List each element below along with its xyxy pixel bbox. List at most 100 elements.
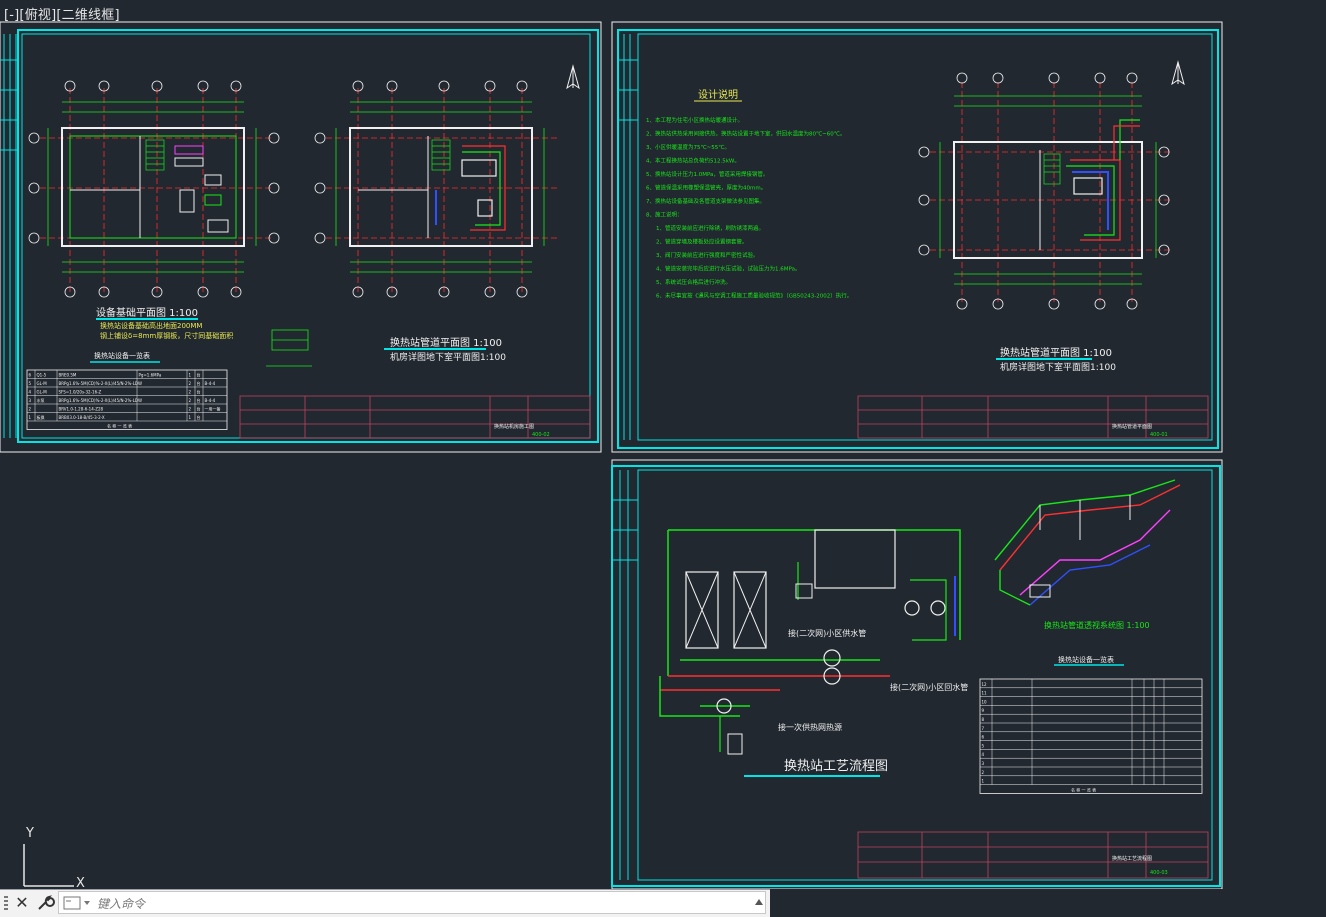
table-cell: 2 bbox=[982, 770, 985, 775]
command-prompt-icon[interactable] bbox=[63, 896, 91, 910]
table-cell: 6 bbox=[982, 735, 985, 740]
table-cell: BRPg1.6%-5M(CD)%-2-X(L)/45/N-2%-LDW bbox=[59, 381, 143, 386]
command-input[interactable] bbox=[95, 893, 739, 914]
design-notes-list: 1、本工程为住宅小区换热站暖通设计。 2、换热站供热采用间接供热，换热站设置于地下… bbox=[646, 116, 852, 300]
table-cell: 11 bbox=[982, 691, 988, 696]
table-cell: 板换 bbox=[37, 414, 45, 420]
sheet-bottom-right-binding-strip bbox=[612, 470, 638, 880]
left-sheet-number: 400-02 bbox=[532, 432, 550, 438]
table-cell: B-4-4 bbox=[205, 381, 216, 386]
table-cell: 台 bbox=[197, 389, 201, 395]
design-note-line: 8、施工说明： bbox=[646, 211, 683, 219]
design-note-line: 5、系统试压合格后进行冲洗。 bbox=[656, 278, 731, 286]
plan2-subtitle: 机房详图地下室平面图1:100 bbox=[390, 351, 506, 363]
table-cell: 台 bbox=[197, 397, 201, 403]
sheet-left-binding-strip bbox=[0, 34, 18, 438]
design-note-line: 4、管道安装完毕后应进行水压试验，试验压力为1.6MPa。 bbox=[656, 265, 800, 273]
plan1-note1: 换热站设备基础高出地面200MM bbox=[100, 321, 202, 330]
design-notes-title: 设计说明 bbox=[698, 88, 738, 101]
table-cell: GL-M bbox=[37, 390, 48, 395]
design-note-line: 3、阀门安装前应进行强度和严密性试验。 bbox=[656, 251, 759, 259]
table-cell: B-4-4 bbox=[205, 398, 216, 403]
table-footer: 名 称 一 览 表 bbox=[107, 423, 132, 429]
ucs-axis-icon bbox=[23, 844, 74, 887]
design-note-line: 2、换热站供热采用间接供热，换热站设置于地下室，供回水温度为80℃~60℃。 bbox=[646, 130, 845, 138]
label-secondary-supply: 接(二次网)小区供水管 bbox=[788, 628, 866, 638]
north-arrow-icon bbox=[566, 64, 580, 90]
north-arrow-icon bbox=[1171, 60, 1185, 86]
table-cell: 1 bbox=[982, 779, 985, 784]
table-cell: 台 bbox=[197, 414, 201, 420]
table-cell: 5 bbox=[29, 381, 32, 386]
sheet-left-outer-border bbox=[0, 21, 602, 453]
table-cell: BRE0.5M bbox=[59, 373, 77, 378]
table-cell: Pg=1.6MPa bbox=[139, 373, 162, 378]
design-note-line: 4、本工程换热站总负荷约512.5kW。 bbox=[646, 157, 740, 165]
table-cell: 2 bbox=[189, 398, 192, 403]
sheet-left-inner-frame bbox=[21, 33, 591, 439]
table-cell: Q1-5 bbox=[37, 373, 47, 378]
command-history-toggle[interactable] bbox=[755, 899, 763, 905]
ucs-y-label: Y bbox=[26, 826, 34, 841]
table-cell: 2 bbox=[29, 407, 32, 412]
table-cell: 1 bbox=[189, 415, 192, 420]
plan-pipe-layout-left bbox=[314, 80, 558, 298]
table-cell: 6 bbox=[29, 373, 32, 378]
table-cell: 2 bbox=[189, 407, 192, 412]
table-cell: 4 bbox=[982, 752, 985, 757]
plan-equipment-foundation bbox=[28, 80, 280, 298]
label-secondary-return: 接(二次网)小区回水管 bbox=[890, 682, 968, 692]
plan1-title: 设备基础平面图 1:100 bbox=[96, 306, 198, 319]
process-flow-diagram bbox=[659, 529, 961, 755]
sheet-top-right-binding-strip bbox=[618, 34, 638, 440]
command-line-bar: ✕ bbox=[0, 889, 770, 917]
right-plan-title: 换热站管道平面图 1:100 bbox=[1000, 346, 1112, 359]
plan2-title: 换热站管道平面图 1:100 bbox=[390, 336, 502, 349]
table-cell: 水泵 bbox=[37, 397, 45, 403]
wrench-icon[interactable] bbox=[35, 893, 55, 913]
table-cell: 台 bbox=[197, 380, 201, 386]
table-cell: 5 bbox=[982, 743, 985, 748]
design-note-line: 6、未尽事宜按《通风与空调工程施工质量验收规范》（GB50243-2002）执行… bbox=[656, 292, 852, 300]
table-cell: 3 bbox=[29, 398, 32, 403]
sheet-bottom-right: 接(二次网)小区供水管 接(二次网)小区回水管 接一次供热网热源 换热站工艺流程… bbox=[611, 459, 1223, 889]
design-note-line: 6、管道保温采用橡塑保温管壳，厚度为40mm。 bbox=[646, 184, 766, 192]
table-cell: 10 bbox=[982, 699, 988, 704]
table-cell: 3 bbox=[982, 761, 985, 766]
table-cell: BRV1.0-1.28-6-14-Z28 bbox=[59, 407, 104, 412]
cad-drawing-canvas[interactable]: 设备基础平面图 1:100 换热站设备基础高出地面200MM 钢上铺设δ=8mm… bbox=[0, 0, 1326, 889]
table-cell: 9 bbox=[982, 708, 985, 713]
table-footer: 名 称 一 览 表 bbox=[1071, 786, 1096, 792]
label-primary-network: 接一次供热网热源 bbox=[778, 722, 842, 732]
table-cell: 8 bbox=[982, 717, 985, 722]
table-cell: 台 bbox=[197, 372, 201, 378]
sheet-left: 设备基础平面图 1:100 换热站设备基础高出地面200MM 钢上铺设δ=8mm… bbox=[0, 21, 602, 453]
table-cell: 4 bbox=[29, 390, 32, 395]
table-cell: BRB03.0-18-B/45-3-2-X bbox=[59, 415, 105, 420]
small-detail-diagram bbox=[266, 329, 312, 367]
isometric-pipe-diagram bbox=[994, 479, 1181, 606]
table-cell: 1 bbox=[189, 373, 192, 378]
top-right-title-block-text: 换热站管道平面图 bbox=[1112, 423, 1152, 430]
design-note-line: 7、换热站设备基础及各管道支架做法参见图集。 bbox=[646, 197, 765, 205]
bottom-equipment-table: 12 11 10 9 8 7 6 5 4 3 2 1 名 称 一 览 表 bbox=[979, 678, 1203, 794]
close-icon[interactable]: ✕ bbox=[13, 893, 31, 913]
table-cell: 7 bbox=[982, 726, 985, 731]
design-note-line: 5、换热站设计压力1.0MPa，管道采用焊接钢管。 bbox=[646, 170, 768, 178]
table-cell: 一用一备 bbox=[205, 406, 221, 412]
table-cell: BRPg1.6%-5M(CD)%-2-X(L)/45/N-2%-LDW bbox=[59, 398, 143, 403]
command-input-container bbox=[58, 891, 766, 914]
command-line-drag-handle[interactable] bbox=[4, 896, 8, 910]
table-cell: 12 bbox=[982, 682, 988, 687]
bottom-table-title: 换热站设备一览表 bbox=[1058, 655, 1114, 664]
sheet-top-right: 设计说明 1、本工程为住宅小区换热站暖通设计。 2、换热站供热采用间接供热，换热站… bbox=[611, 21, 1223, 453]
design-note-line: 1、管道安装前应进行除锈，刷防锈漆两遍。 bbox=[656, 224, 764, 232]
table-cell: 2 bbox=[189, 390, 192, 395]
bottom-right-title-block-text: 换热站工艺流程图 bbox=[1112, 855, 1152, 862]
plan1-note2: 钢上铺设δ=8mm厚钢板，尺寸同基础面积 bbox=[100, 331, 233, 340]
bottom-right-sheet-number: 400-03 bbox=[1150, 870, 1168, 876]
top-right-sheet-number: 400-01 bbox=[1150, 432, 1168, 438]
design-note-line: 2、管道穿墙及楼板处应设置钢套管。 bbox=[656, 238, 748, 246]
design-note-line: 1、本工程为住宅小区换热站暖通设计。 bbox=[646, 116, 743, 124]
left-table-title: 换热站设备一览表 bbox=[94, 351, 150, 360]
